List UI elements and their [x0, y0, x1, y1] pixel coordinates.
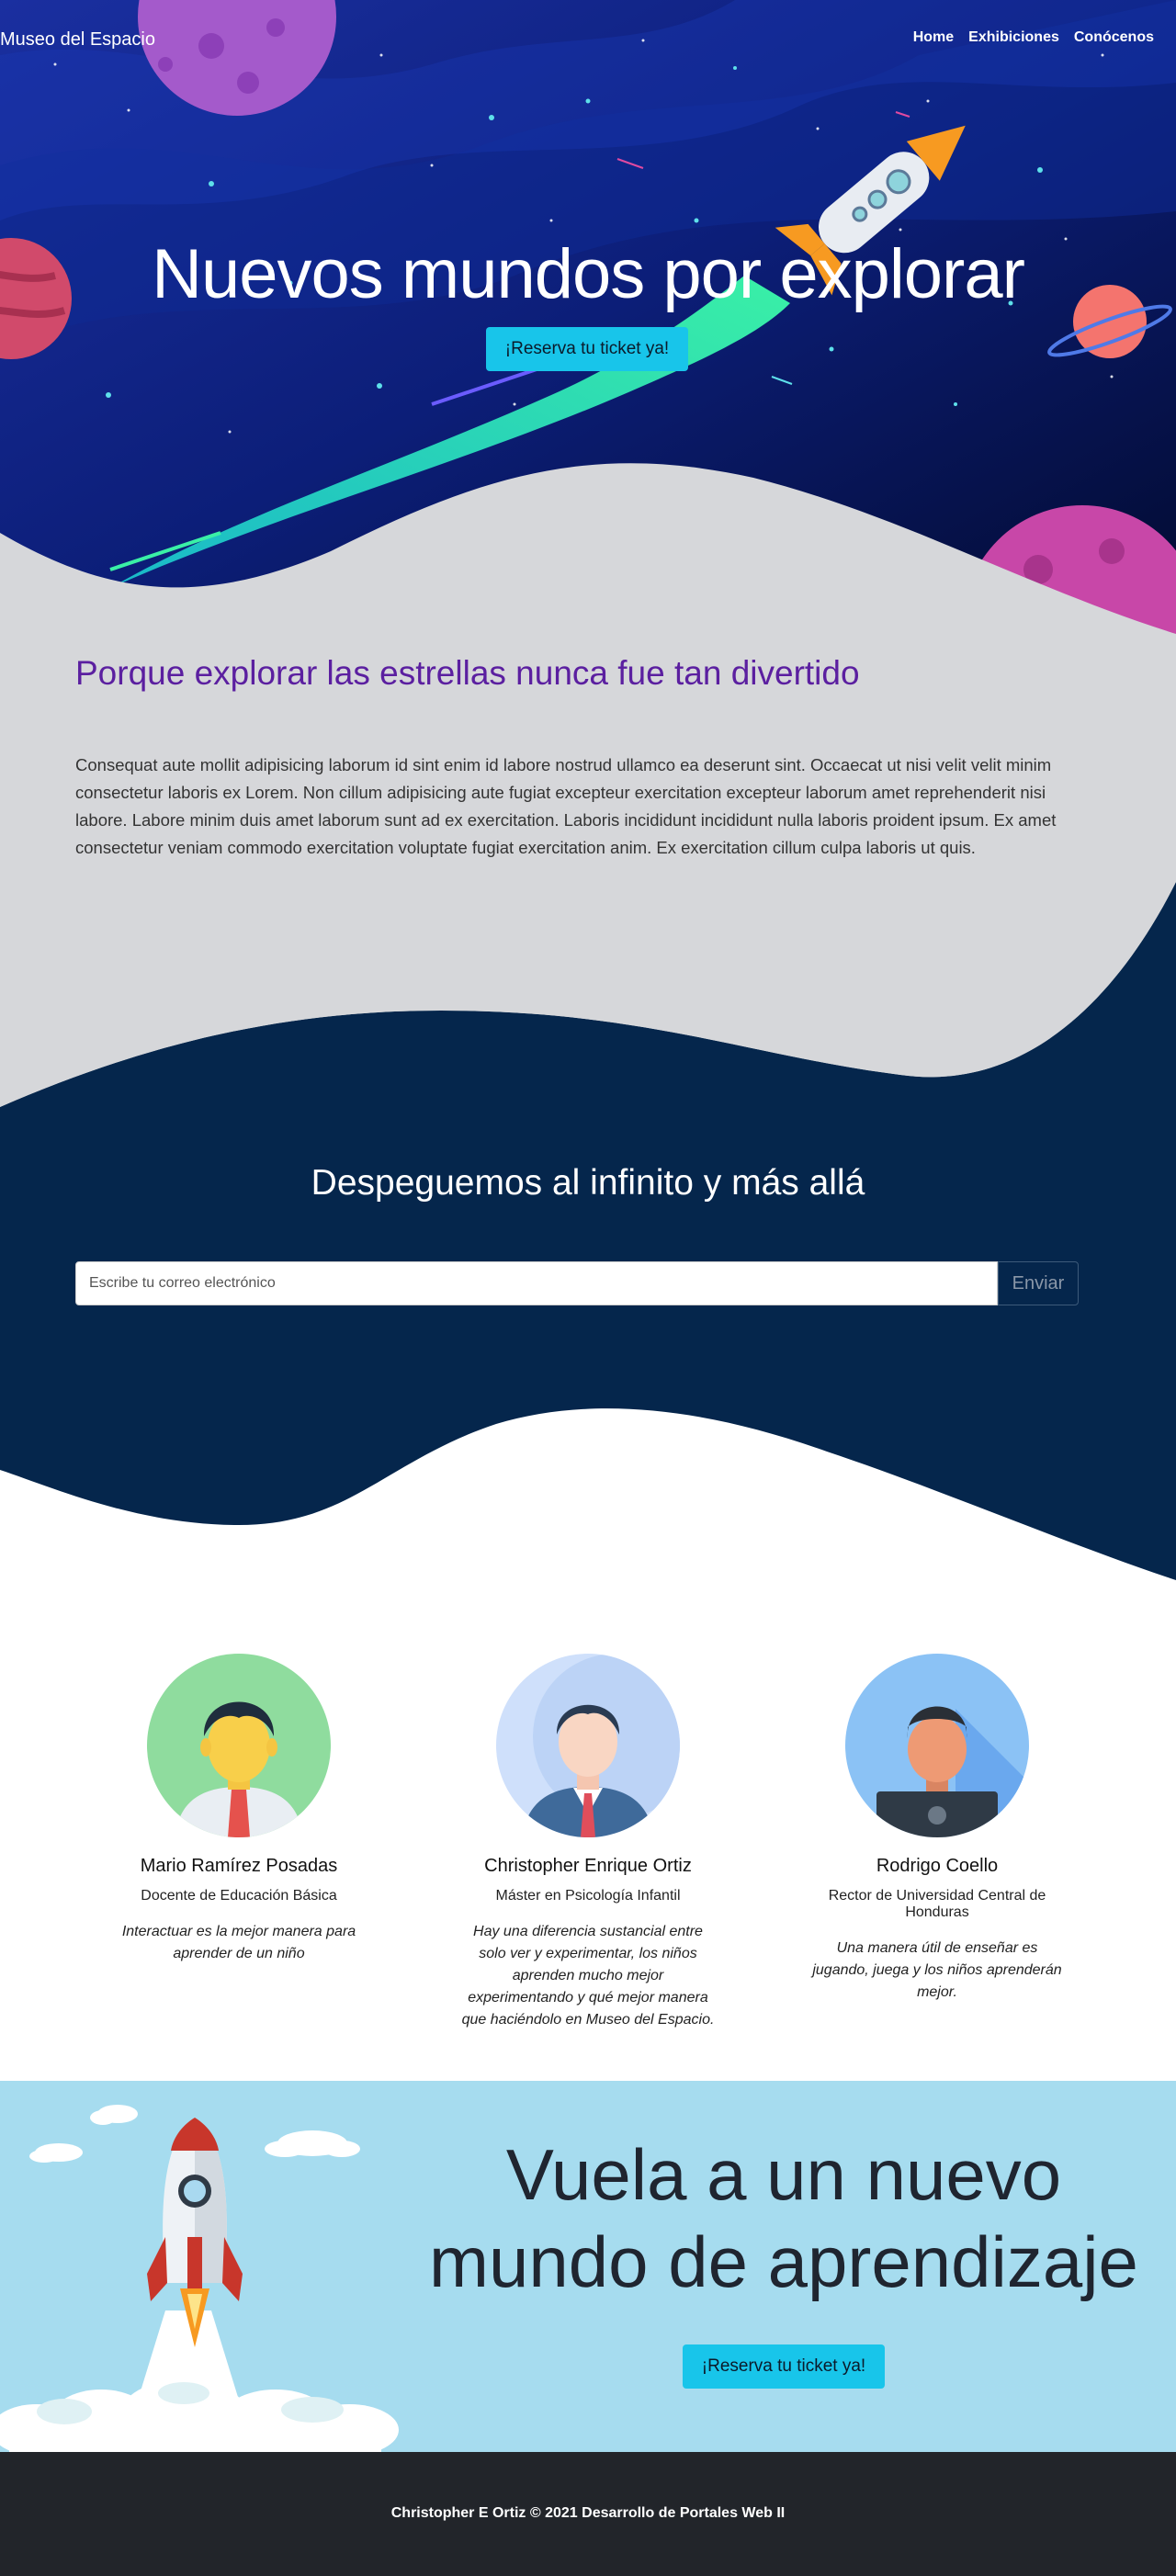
member-name: Mario Ramírez Posadas — [140, 1856, 338, 1876]
nav-home[interactable]: Home — [913, 29, 954, 46]
main-nav: Home Exhibiciones Conócenos — [913, 29, 1154, 46]
hero-title: Nuevos mundos por explorar — [152, 235, 1025, 313]
member-name: Rodrigo Coello — [876, 1856, 999, 1876]
nav-conocenos[interactable]: Conócenos — [1074, 29, 1154, 46]
nav-exhibiciones[interactable]: Exhibiciones — [968, 29, 1059, 46]
cta-section: Vuela a un nuevo mundo de aprendizaje ¡R… — [0, 2081, 1176, 2452]
team-member-card: Rodrigo Coello Rector de Universidad Cen… — [799, 1654, 1075, 2004]
newsletter-title: Despeguemos al infinito y más allá — [311, 1163, 865, 1203]
email-input[interactable] — [75, 1261, 998, 1305]
avatar — [496, 1654, 680, 1837]
member-name: Christopher Enrique Ortiz — [484, 1856, 692, 1876]
member-quote: Hay una diferencia sustancial entre solo… — [461, 1924, 715, 2028]
member-quote: Interactuar es la mejor manera para apre… — [121, 1924, 356, 1961]
male-teacher-icon — [175, 1701, 303, 1837]
reserve-ticket-button-bottom[interactable]: ¡Reserva tu ticket ya! — [683, 2344, 885, 2389]
footer-copyright: Christopher E Ortiz © 2021 Desarrollo de… — [390, 2505, 786, 2521]
rocket-launch-illustration — [0, 2105, 399, 2452]
male-rector-laptop-icon — [876, 1706, 1029, 1837]
footer: Christopher E Ortiz © 2021 Desarrollo de… — [0, 2452, 1176, 2576]
avatar — [147, 1654, 331, 1837]
space-background-illustration — [0, 0, 1176, 643]
send-button[interactable]: Enviar — [998, 1261, 1079, 1305]
about-title: Porque explorar las estrellas nunca fue … — [75, 654, 860, 692]
cta-title: Vuela a un nuevo mundo de aprendizaje — [429, 2134, 1138, 2302]
about-paragraph: Consequat aute mollit adipisicing laboru… — [75, 755, 1057, 857]
member-role: Docente de Educación Básica — [141, 1888, 337, 1904]
team-member-card: Mario Ramírez Posadas Docente de Educaci… — [101, 1654, 377, 1965]
team-member-card: Christopher Enrique Ortiz Máster en Psic… — [450, 1654, 726, 2031]
member-quote: Una manera útil de enseñar es jugando, j… — [812, 1940, 1062, 2000]
avatar — [845, 1654, 1029, 1837]
male-psychologist-icon — [522, 1654, 680, 1837]
brand-logo[interactable]: Museo del Espacio — [0, 29, 155, 51]
reserve-ticket-button[interactable]: ¡Reserva tu ticket ya! — [486, 327, 688, 371]
hero-section: Museo del Espacio Home Exhibiciones Conó… — [0, 0, 1176, 643]
member-role: Rector de Universidad Central de Hondura… — [828, 1888, 1046, 1920]
member-role: Máster en Psicología Infantil — [495, 1888, 681, 1904]
